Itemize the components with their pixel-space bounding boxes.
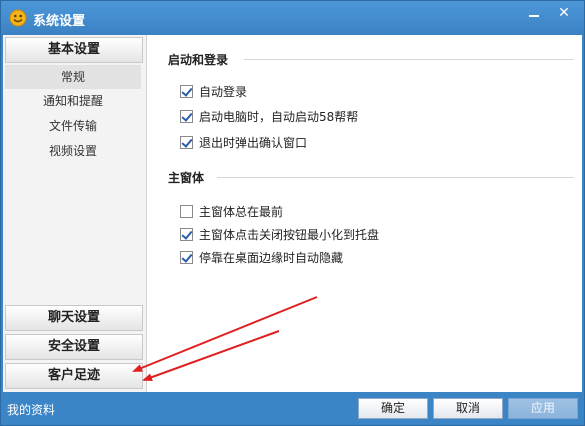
apply-button[interactable]: 应用: [508, 398, 578, 419]
checkbox-auto-hide[interactable]: [180, 250, 193, 264]
basic-settings-button[interactable]: 基本设置: [5, 37, 143, 63]
option-label: 退出时弹出确认窗口: [199, 135, 308, 150]
option-minimize-to-tray[interactable]: 主窗体点击关闭按钮最小化到托盘: [180, 226, 379, 242]
option-label: 自动登录: [199, 84, 248, 99]
cancel-button[interactable]: 取消: [433, 398, 503, 419]
title-bar: 系统设置 ✕: [1, 1, 584, 35]
chat-settings-button[interactable]: 聊天设置: [5, 305, 143, 331]
option-label: 停靠在桌面边缘时自动隐藏: [199, 250, 344, 265]
ok-button[interactable]: 确定: [358, 398, 428, 419]
startup-divider: [244, 59, 574, 60]
checkbox-exit-confirm[interactable]: [180, 135, 193, 149]
minimize-button[interactable]: [520, 3, 548, 23]
settings-content: 启动和登录 自动登录 启动电脑时，自动启动58帮帮 退出时弹出确认窗口 主窗体 …: [149, 35, 582, 392]
sidebar-item-general[interactable]: 常规: [5, 65, 141, 89]
option-label: 主窗体总在最前: [199, 204, 284, 219]
security-settings-button[interactable]: 安全设置: [5, 334, 143, 360]
option-auto-hide[interactable]: 停靠在桌面边缘时自动隐藏: [180, 249, 343, 265]
option-auto-start[interactable]: 启动电脑时，自动启动58帮帮: [180, 108, 358, 124]
settings-window: 系统设置 ✕ 基本设置 常规 通知和提醒 文件传输 视频设置 聊天设置 安全设置…: [0, 0, 585, 426]
smiley-face-icon: [9, 9, 27, 27]
settings-sidebar: 基本设置 常规 通知和提醒 文件传输 视频设置 聊天设置 安全设置 客户足迹: [3, 35, 147, 392]
sidebar-item-video-settings[interactable]: 视频设置: [5, 139, 141, 163]
main-window-divider: [217, 177, 574, 178]
checkbox-minimize-to-tray[interactable]: [180, 227, 193, 241]
option-label: 启动电脑时，自动启动58帮帮: [199, 109, 359, 124]
option-label: 主窗体点击关闭按钮最小化到托盘: [199, 227, 380, 242]
option-auto-login[interactable]: 自动登录: [180, 83, 247, 99]
checkbox-auto-login[interactable]: [180, 84, 193, 98]
sidebar-item-notifications[interactable]: 通知和提醒: [5, 89, 141, 113]
my-info-link[interactable]: 我的资料: [7, 401, 55, 418]
window-body: 基本设置 常规 通知和提醒 文件传输 视频设置 聊天设置 安全设置 客户足迹 启…: [3, 35, 582, 392]
dialog-footer: 我的资料 确定 取消 应用: [1, 392, 584, 425]
close-button[interactable]: ✕: [549, 3, 579, 23]
checkbox-always-on-top[interactable]: [180, 204, 193, 218]
customer-footprint-button[interactable]: 客户足迹: [5, 363, 143, 389]
startup-group-title: 启动和登录: [168, 53, 229, 67]
window-title: 系统设置: [33, 14, 86, 29]
sidebar-item-file-transfer[interactable]: 文件传输: [5, 114, 141, 138]
option-always-on-top[interactable]: 主窗体总在最前: [180, 203, 283, 219]
checkbox-auto-start[interactable]: [180, 109, 193, 123]
main-window-group-title: 主窗体: [168, 171, 205, 185]
option-exit-confirm[interactable]: 退出时弹出确认窗口: [180, 134, 307, 150]
close-icon: ✕: [558, 5, 570, 21]
